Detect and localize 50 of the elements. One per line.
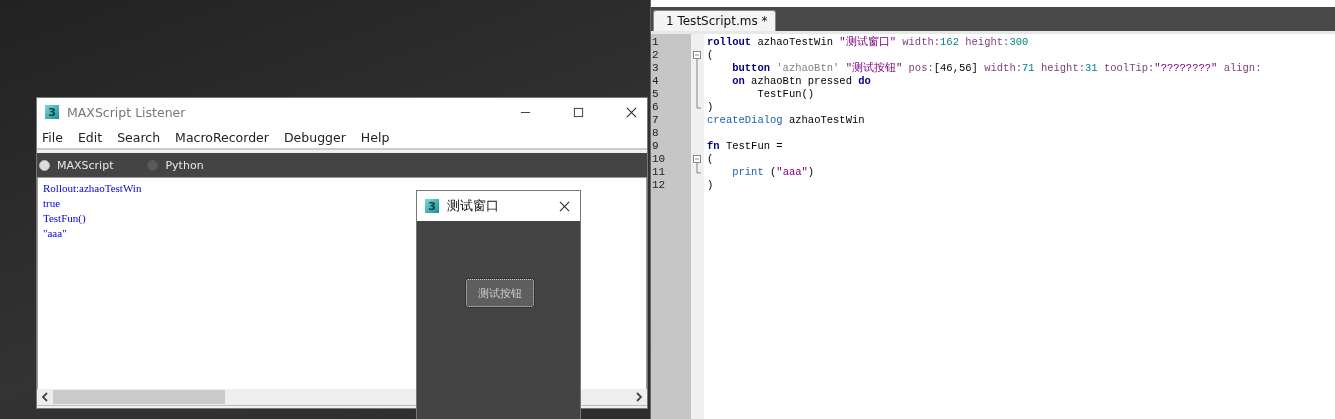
close-icon[interactable]	[626, 106, 637, 118]
radio-label: MAXScript	[57, 158, 114, 172]
code-line: )	[707, 101, 714, 114]
radio-option[interactable]: Python	[147, 158, 204, 172]
file-tab[interactable]: 1 TestScript.ms *	[653, 10, 777, 31]
fold-toggle-icon[interactable]	[691, 153, 703, 166]
code-line: rollout azhaoTestWin "测试窗口" width:162 height:300	[707, 36, 1029, 49]
line-number: 7	[651, 114, 660, 127]
code-line: print ("aaa")	[731, 166, 815, 179]
maximize-icon[interactable]	[573, 106, 584, 118]
output-line: TestFun()	[43, 211, 86, 226]
code-line: button 'azhaoBtn' "测试按钮" pos:[46,56] width:71 height:31 toolTip:"????????" align:	[731, 62, 1262, 75]
line-number: 10	[651, 153, 667, 166]
fold-toggle-icon[interactable]	[691, 49, 703, 62]
output-line: "aaa"	[43, 226, 67, 241]
line-number: 8	[651, 127, 660, 140]
line-number: 4	[651, 75, 660, 88]
code-line: createDialog azhaoTestWin	[707, 114, 865, 127]
line-number: 1	[651, 36, 660, 49]
code-line: (	[707, 49, 714, 62]
test-button[interactable]: 测试按钮	[465, 279, 534, 307]
output-line: Rollout:azhaoTestWin	[43, 181, 142, 196]
menu-item[interactable]: Debugger	[282, 129, 350, 145]
output-line: true	[43, 196, 61, 211]
menu-item[interactable]: File	[41, 129, 67, 145]
app-icon: 3	[45, 105, 59, 119]
window-title: MAXScript Listener	[67, 104, 186, 120]
radio-option[interactable]: MAXScript	[39, 158, 114, 172]
radio-label: Python	[165, 158, 204, 172]
app-icon: 3	[425, 199, 439, 213]
window-title: 测试窗口	[447, 197, 499, 215]
radio-icon[interactable]	[39, 159, 50, 171]
line-number: 6	[651, 101, 660, 114]
menu-item[interactable]: Search	[116, 129, 165, 145]
close-icon[interactable]	[559, 200, 570, 212]
line-number: 12	[651, 179, 667, 192]
line-number: 9	[651, 140, 660, 153]
menu-item[interactable]: MacroRecorder	[174, 129, 273, 145]
menu-item[interactable]: Edit	[76, 129, 107, 145]
line-number: 3	[651, 62, 660, 75]
line-number: 2	[651, 49, 660, 62]
line-number: 5	[651, 88, 660, 101]
code-line: )	[707, 179, 714, 192]
menu-item[interactable]: Help	[359, 129, 394, 145]
code-line: on azhaoBtn pressed do	[731, 75, 871, 88]
code-line: fn TestFun =	[707, 140, 783, 153]
scroll-thumb[interactable]	[53, 390, 225, 404]
line-number: 11	[651, 166, 667, 179]
code-line: (	[707, 153, 714, 166]
code-line: TestFun()	[756, 88, 815, 101]
